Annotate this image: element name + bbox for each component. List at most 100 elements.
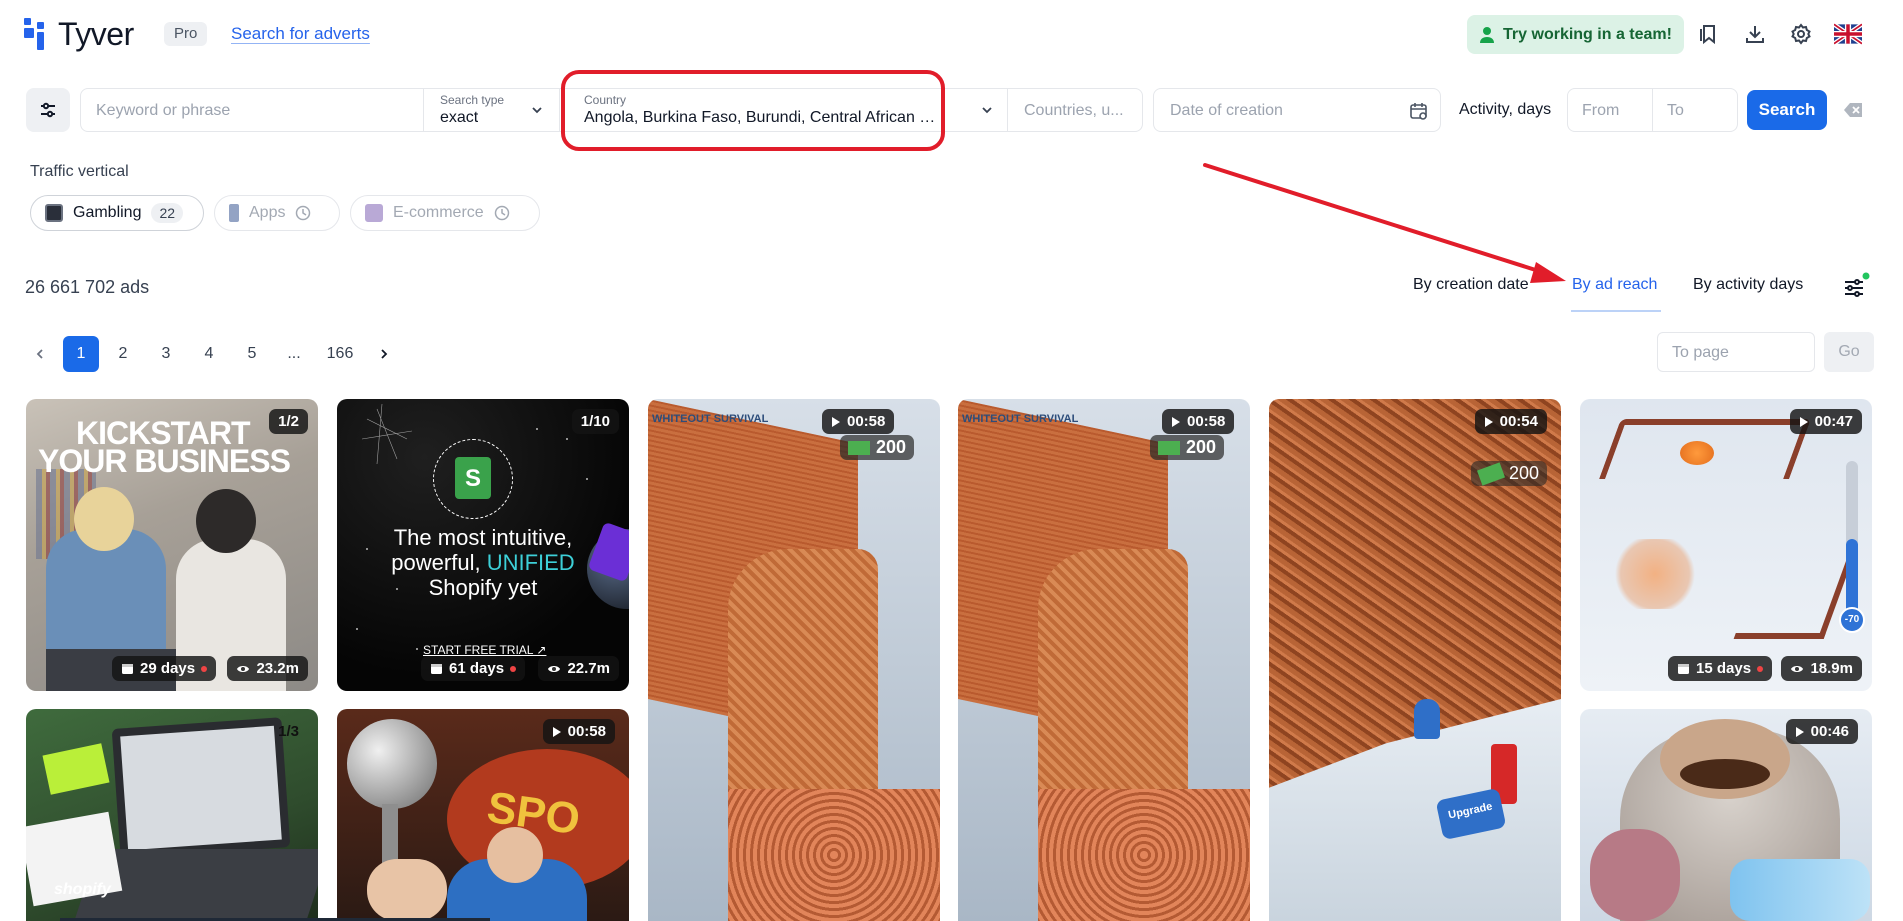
clear-filters-icon[interactable] [1844,101,1864,119]
chip-apps[interactable]: Apps [214,195,340,231]
country-label: Country [584,93,627,107]
traffic-vertical-label: Traffic vertical [30,163,129,180]
countries-exclude-input[interactable]: Countries, u... [1008,88,1143,132]
eye-icon [237,665,250,672]
card-days: 29 days [140,660,196,677]
sort-settings-icon[interactable] [1840,272,1870,302]
next-page-icon[interactable] [366,336,402,372]
ad-card[interactable]: -70 00:47 15 days 18.9m [1580,399,1872,691]
play-icon [832,416,840,427]
chip-gambling[interactable]: Gambling 22 [30,195,204,231]
ad-card[interactable]: 00:46 [1580,709,1872,921]
card-line: The most intuitive, [393,525,573,550]
card-line-highlight: UNIFIED [486,550,575,575]
ad-card[interactable]: WHITEOUT SURVIVAL 00:58 200 [648,399,940,921]
brand-logo[interactable]: Tyver [24,18,134,50]
slot-machine-icon [45,204,63,222]
bookmark-icon[interactable] [1695,20,1723,48]
ad-card[interactable]: SPO 00:58 [337,709,629,921]
ad-card[interactable]: Upgrade 00:54 200 [1269,399,1561,921]
sort-by-activity-days[interactable]: By activity days [1693,276,1803,294]
card-duration-badge: 00:58 [542,719,615,744]
download-icon[interactable] [1741,20,1769,48]
card-reach: 22.7m [567,660,610,677]
card-duration: 00:47 [1814,413,1853,430]
ad-image-arm [367,859,447,921]
team-button-label: Try working in a team! [1503,25,1672,43]
team-button[interactable]: Try working in a team! [1467,15,1684,54]
date-of-creation-input[interactable]: Date of creation [1153,88,1441,132]
ad-image-character [1414,699,1440,739]
ad-image-card [42,743,110,795]
card-days-badge: 29 days [112,656,217,681]
ad-image-person [196,489,256,553]
chevron-down-icon [532,107,542,114]
card-duration-badge: 00:58 [822,409,895,434]
clock-icon [296,205,311,221]
card-duration: 00:58 [1187,413,1226,430]
search-type-select[interactable]: Search type exact [424,88,560,132]
ad-image-log-pile [1038,789,1250,921]
sort-by-ad-reach[interactable]: By ad reach [1572,276,1657,294]
activity-to-input[interactable]: To [1653,88,1738,132]
brand-name: Tyver [58,16,134,52]
page-4-button[interactable]: 4 [191,336,227,372]
ad-card[interactable]: S The most intuitive, powerful, UNIFIED … [337,399,629,691]
card-days-badge: 61 days [421,656,526,681]
page-2-button[interactable]: 2 [105,336,141,372]
sort-by-creation-date[interactable]: By creation date [1413,276,1529,294]
clock-icon [494,205,509,221]
chip-gambling-count: 22 [151,203,184,223]
card-duration: 00:58 [567,723,606,740]
play-icon [1799,416,1808,427]
country-select[interactable]: Country Angola, Burkina Faso, Burundi, C… [560,88,1008,132]
page-5-button[interactable]: 5 [234,336,270,372]
uk-flag-icon[interactable] [1834,20,1862,48]
filters-toggle-button[interactable] [26,88,70,132]
keyword-placeholder: Keyword or phrase [96,102,231,119]
play-icon [1795,726,1804,737]
live-dot-icon [201,665,208,672]
page-1-button[interactable]: 1 [63,336,99,372]
chevron-down-icon [982,107,992,114]
ad-card[interactable]: KICKSTART YOUR BUSINESS 1/2 29 days 23.2… [26,399,318,691]
keyword-input[interactable]: Keyword or phrase [80,88,424,132]
shopping-bag-icon [365,204,383,222]
go-button[interactable]: Go [1824,332,1874,372]
ad-card[interactable]: WHITEOUT SURVIVAL 00:58 200 [958,399,1250,921]
card-duration-badge: 00:54 [1474,409,1547,434]
user-icon [1480,26,1495,43]
ad-image-fence [1733,549,1857,639]
to-page-input[interactable]: To page [1657,332,1815,372]
card-days: 15 days [1696,660,1752,677]
prev-page-icon[interactable] [22,336,58,372]
card-reach: 23.2m [256,660,299,677]
cash-icon [848,440,870,455]
money-counter: 200 [1150,435,1225,460]
ad-image-person [74,487,134,551]
calendar-icon [1410,103,1427,120]
page-166-button[interactable]: 166 [320,336,360,372]
gear-icon[interactable] [1787,20,1815,48]
card-duration-badge: 00:46 [1785,719,1858,744]
ad-image-head [487,827,543,883]
activity-from-input[interactable]: From [1567,88,1653,132]
search-adverts-link[interactable]: Search for adverts [231,24,370,44]
ad-card[interactable]: shopify 1/3 [26,709,318,921]
calendar-icon [122,664,133,674]
card-reach: 18.9m [1810,660,1853,677]
search-type-value: exact [440,109,479,126]
card-line: powerful, [391,550,487,575]
play-icon [1172,416,1180,427]
eye-icon [548,665,561,672]
activity-days-label: Activity, days [1459,101,1552,118]
search-button[interactable]: Search [1747,90,1827,130]
countries-exclude-placeholder: Countries, u... [1024,102,1124,119]
card-brand: shopify [54,881,111,898]
chip-ecommerce[interactable]: E-commerce [350,195,540,231]
page-3-button[interactable]: 3 [148,336,184,372]
ad-image-campfire [1680,441,1714,465]
live-dot-icon [1757,665,1764,672]
card-duration-badge: 00:58 [1162,409,1235,434]
from-placeholder: From [1582,102,1620,119]
